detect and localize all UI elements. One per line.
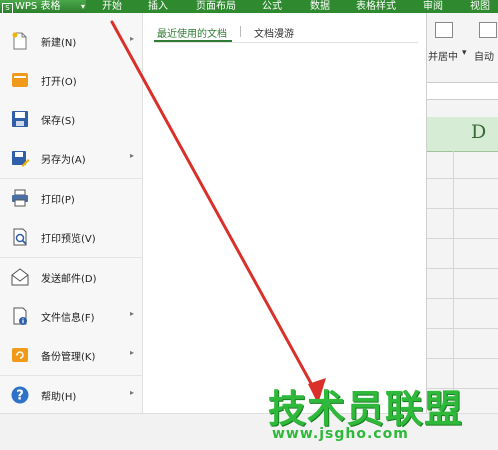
ribbon-bar: S WPS 表格 ▾ 开始 插入 页面布局 公式 数据 表格样式 审阅 视图 [0, 0, 498, 14]
wps-app-menu-button[interactable]: S WPS 表格 ▾ [0, 0, 86, 14]
merge-center-label[interactable]: 并居中 [428, 48, 458, 63]
menu-item-save[interactable]: 保存(S) [0, 101, 143, 137]
menu-item-help[interactable]: ? 帮助(H) ▸ [0, 377, 143, 413]
grid-line [427, 208, 498, 209]
grid-vline [453, 151, 454, 411]
submenu-arrow-icon: ▸ [129, 151, 134, 160]
backup-icon [12, 348, 28, 362]
column-header-d[interactable]: D [427, 117, 498, 152]
new-file-icon [12, 32, 27, 50]
tab-divider [240, 26, 241, 37]
menu-item-label: 保存(S) [41, 116, 76, 127]
tab-review[interactable]: 审阅 [423, 0, 443, 13]
menu-item-save-as[interactable]: 另存为(A) ▸ [0, 140, 143, 176]
grid-line [427, 358, 498, 359]
merge-center-icon[interactable] [435, 22, 453, 38]
help-icon: ? [11, 386, 29, 404]
menu-item-open[interactable]: 打开(O) [0, 62, 143, 98]
grid-line [427, 328, 498, 329]
submenu-arrow-icon: ▸ [129, 388, 134, 397]
tab-table-style[interactable]: 表格样式 [356, 0, 396, 13]
ribbon-tabs: 开始 插入 页面布局 公式 数据 表格样式 审阅 视图 [86, 0, 498, 13]
tab-page-layout[interactable]: 页面布局 [196, 0, 236, 13]
menu-item-label: 帮助(H) [41, 392, 77, 403]
grid-line [427, 298, 498, 299]
menu-item-backup[interactable]: 备份管理(K) ▸ [0, 337, 143, 373]
grid-line [427, 178, 498, 179]
submenu-arrow-icon: ▸ [129, 309, 134, 318]
tab-home[interactable]: 开始 [102, 0, 122, 13]
menu-item-send-email[interactable]: 发送邮件(D) [0, 259, 143, 295]
submenu-arrow-icon: ▸ [129, 34, 134, 43]
column-header-label: D [471, 121, 487, 143]
save-icon [12, 111, 28, 127]
watermark-title: 技术员联盟 [268, 387, 464, 431]
auto-label[interactable]: 自动 [474, 48, 494, 63]
tab-view[interactable]: 视图 [470, 0, 490, 13]
open-folder-icon [12, 73, 28, 87]
menu-item-label: 新建(N) [41, 38, 77, 49]
wps-app-label: WPS 表格 [15, 1, 61, 12]
dropdown-arrow-icon[interactable]: ▾ [462, 48, 467, 58]
tabs-rule [154, 42, 418, 43]
file-menu-list: 新建(N) ▸ 打开(O) 保存(S) 另存为(A) ▸ 打印(P) 打印预览(… [0, 13, 143, 413]
menu-item-label: 另存为(A) [41, 155, 86, 166]
save-as-icon [12, 151, 30, 167]
menu-item-label: 发送邮件(D) [41, 274, 97, 285]
menu-divider [0, 178, 142, 179]
auto-wrap-icon[interactable] [479, 22, 497, 38]
ribbon-toolbar [427, 22, 498, 44]
watermark-url: www.jsgho.com [272, 426, 409, 442]
submenu-arrow-icon: ▸ [129, 348, 134, 357]
menu-item-label: 打开(O) [41, 77, 77, 88]
menu-item-new[interactable]: 新建(N) ▸ [0, 23, 143, 59]
email-icon [11, 268, 29, 286]
menu-divider [0, 375, 142, 376]
menu-divider [0, 257, 142, 258]
menu-item-print-preview[interactable]: 打印预览(V) [0, 219, 143, 255]
tab-data[interactable]: 数据 [310, 0, 330, 13]
recent-documents-pane: 最近使用的文档 文档漫游 [143, 13, 426, 413]
print-preview-icon [13, 228, 27, 246]
tab-insert[interactable]: 插入 [148, 0, 168, 13]
menu-item-label: 备份管理(K) [41, 352, 96, 363]
tab-document-roaming[interactable]: 文档漫游 [254, 25, 294, 40]
menu-item-print[interactable]: 打印(P) [0, 180, 143, 216]
print-icon [12, 189, 28, 207]
svg-text:?: ? [16, 389, 24, 404]
menu-item-label: 打印预览(V) [41, 234, 96, 245]
menu-item-label: 文件信息(F) [41, 313, 95, 324]
menu-item-file-info[interactable]: 文件信息(F) ▸ [0, 298, 143, 334]
tab-formula[interactable]: 公式 [262, 0, 282, 13]
grid-line [427, 238, 498, 239]
file-info-icon [13, 307, 27, 325]
formula-bar[interactable] [427, 82, 498, 100]
tab-recent-documents[interactable]: 最近使用的文档 [157, 25, 227, 40]
file-menu-panel: 新建(N) ▸ 打开(O) 保存(S) 另存为(A) ▸ 打印(P) 打印预览(… [0, 13, 427, 413]
chevron-down-icon: ▾ [80, 2, 85, 11]
menu-item-label: 打印(P) [41, 195, 75, 206]
grid-line [427, 268, 498, 269]
